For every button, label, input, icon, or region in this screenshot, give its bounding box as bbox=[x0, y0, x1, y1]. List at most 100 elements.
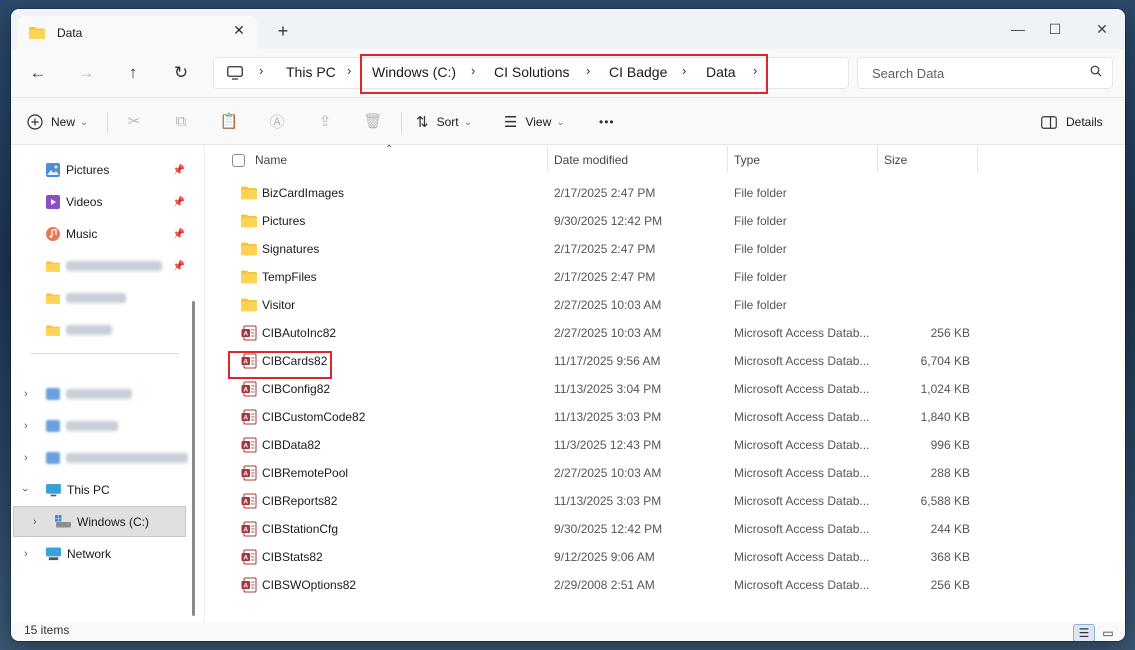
column-header-type[interactable]: Type bbox=[734, 146, 760, 174]
file-row[interactable]: Visitor 2/27/2025 10:03 AM File folder bbox=[235, 291, 980, 319]
file-row[interactable]: A CIBRemotePool 2/27/2025 10:03 AM Microsof… bbox=[235, 459, 980, 487]
tab-data[interactable]: Data ✕ bbox=[17, 16, 257, 49]
column-header-name[interactable]: Name bbox=[255, 146, 287, 174]
file-type: Microsoft Access Datab... bbox=[734, 522, 870, 536]
navigation-pane: Pictures 📌 Videos 📌 Music 📌 📌 › › › › Th… bbox=[11, 146, 201, 622]
file-row[interactable]: A CIBAutoInc82 2/27/2025 10:03 AM Microsoft… bbox=[235, 319, 980, 347]
chevron-right-icon[interactable]: › bbox=[347, 63, 351, 78]
forward-button[interactable]: → bbox=[72, 63, 100, 83]
tab-title: Data bbox=[57, 25, 83, 40]
chevron-right-icon[interactable]: › bbox=[682, 63, 686, 78]
file-row[interactable]: BizCardImages 2/17/2025 2:47 PM File folde… bbox=[235, 179, 980, 207]
sidebar-item-redacted-cloud[interactable]: › bbox=[11, 380, 189, 408]
access-database-icon: A bbox=[241, 577, 257, 593]
breadcrumb-data[interactable]: Data bbox=[706, 64, 736, 80]
chevron-right-icon[interactable]: › bbox=[586, 63, 590, 78]
breadcrumb-ci-solutions[interactable]: CI Solutions bbox=[494, 64, 569, 80]
file-row[interactable]: Signatures 2/17/2025 2:47 PM File folder bbox=[235, 235, 980, 263]
sidebar-item-windows-c[interactable]: › Windows (C:) bbox=[13, 506, 186, 537]
file-name: CIBCards82 bbox=[262, 354, 328, 368]
close-button[interactable]: ✕ bbox=[1079, 15, 1125, 43]
file-row[interactable]: A CIBStationCfg 9/30/2025 12:42 PM Microsof… bbox=[235, 515, 980, 543]
add-icon bbox=[27, 114, 43, 130]
videos-icon bbox=[46, 195, 60, 209]
file-size: 256 KB bbox=[930, 578, 970, 592]
file-row[interactable]: A CIBCards82 11/17/2025 9:56 AM Microsoft A… bbox=[235, 347, 980, 375]
chevron-right-icon[interactable]: › bbox=[24, 548, 28, 560]
sidebar-item-videos[interactable]: Videos 📌 bbox=[11, 188, 189, 216]
file-row[interactable]: A CIBStats82 9/12/2025 9:06 AM Microsoft Ac… bbox=[235, 543, 980, 571]
refresh-button[interactable]: ↻ bbox=[167, 63, 195, 83]
file-name: CIBData82 bbox=[262, 438, 321, 452]
column-divider[interactable] bbox=[547, 146, 548, 172]
breadcrumb-ci-badge[interactable]: CI Badge bbox=[609, 64, 667, 80]
sidebar-item-redacted-folder[interactable] bbox=[11, 284, 189, 312]
new-tab-button[interactable]: + bbox=[273, 21, 293, 42]
file-row[interactable]: A CIBData82 11/3/2025 12:43 PM Microsoft Ac… bbox=[235, 431, 980, 459]
chevron-right-icon[interactable]: › bbox=[471, 63, 475, 78]
column-divider[interactable] bbox=[727, 146, 728, 172]
maximize-button[interactable]: ☐ bbox=[1032, 15, 1078, 43]
back-button[interactable]: ← bbox=[24, 63, 52, 83]
sidebar-item-music[interactable]: Music 📌 bbox=[11, 220, 189, 248]
chevron-right-icon[interactable]: › bbox=[753, 63, 757, 78]
chevron-down-icon: ⌄ bbox=[80, 116, 89, 128]
address-bar[interactable]: › This PC › Windows (C:) › CI Solutions … bbox=[213, 54, 849, 94]
file-name: CIBStats82 bbox=[262, 550, 323, 564]
chevron-right-icon[interactable]: › bbox=[24, 388, 28, 400]
tab-close-button[interactable]: ✕ bbox=[229, 22, 249, 39]
sidebar-item-this-pc[interactable]: › This PC bbox=[11, 476, 189, 504]
file-row[interactable]: A CIBReports82 11/13/2025 3:03 PM Microsoft… bbox=[235, 487, 980, 515]
access-database-icon: A bbox=[241, 409, 257, 425]
tiles-view-button[interactable]: ▭ bbox=[1097, 624, 1119, 641]
pin-icon[interactable]: 📌 bbox=[173, 261, 185, 272]
file-row[interactable]: A CIBConfig82 11/13/2025 3:04 PM Microsoft … bbox=[235, 375, 980, 403]
pin-icon[interactable]: 📌 bbox=[173, 165, 185, 176]
chevron-down-icon[interactable]: › bbox=[19, 488, 31, 492]
details-view-button[interactable]: ☰ bbox=[1073, 624, 1095, 641]
sidebar-item-redacted-cloud[interactable]: › bbox=[11, 444, 189, 472]
column-divider[interactable] bbox=[877, 146, 878, 172]
chevron-right-icon[interactable]: › bbox=[24, 420, 28, 432]
column-header-size[interactable]: Size bbox=[884, 146, 907, 174]
column-header-date[interactable]: Date modified bbox=[554, 146, 628, 174]
delete-icon[interactable]: 🗑 bbox=[363, 112, 382, 130]
view-icon: ☰ bbox=[504, 114, 518, 131]
file-size: 256 KB bbox=[930, 326, 970, 340]
sidebar-item-redacted-cloud[interactable]: › bbox=[11, 412, 189, 440]
sidebar-item-network[interactable]: › Network bbox=[11, 540, 189, 568]
file-row[interactable]: TempFiles 2/17/2025 2:47 PM File folder bbox=[235, 263, 980, 291]
file-row[interactable]: A CIBCustomCode82 11/13/2025 3:03 PM Micros… bbox=[235, 403, 980, 431]
pin-icon[interactable]: 📌 bbox=[173, 229, 185, 240]
chevron-right-icon[interactable]: › bbox=[33, 516, 37, 528]
column-divider[interactable] bbox=[977, 146, 978, 172]
chevron-right-icon[interactable]: › bbox=[24, 452, 28, 464]
share-icon[interactable]: ⇪ bbox=[316, 112, 334, 130]
search-input[interactable]: Search Data bbox=[857, 57, 1113, 89]
rename-icon[interactable]: Ⓐ bbox=[268, 112, 286, 131]
sidebar-item-pictures[interactable]: Pictures 📌 bbox=[11, 156, 189, 184]
toolbar-divider bbox=[107, 112, 108, 134]
file-name: CIBRemotePool bbox=[262, 466, 349, 480]
pin-icon[interactable]: 📌 bbox=[173, 197, 185, 208]
file-row[interactable]: Pictures 9/30/2025 12:42 PM File folder bbox=[235, 207, 980, 235]
breadcrumb-this-pc[interactable]: This PC bbox=[286, 64, 336, 80]
more-options-button[interactable]: ••• bbox=[599, 110, 615, 134]
sort-button[interactable]: ⇅ Sort ⌄ bbox=[416, 110, 472, 134]
chevron-right-icon[interactable]: › bbox=[259, 63, 263, 78]
breadcrumb-windows-c[interactable]: Windows (C:) bbox=[372, 64, 456, 80]
cut-icon[interactable]: ✂ bbox=[125, 112, 143, 130]
new-button[interactable]: New ⌄ bbox=[27, 110, 88, 134]
paste-icon[interactable]: 📋 bbox=[220, 112, 239, 130]
details-label: Details bbox=[1066, 115, 1103, 129]
copy-icon[interactable]: ⧉ bbox=[172, 112, 190, 130]
sidebar-item-redacted-folder[interactable]: 📌 bbox=[11, 252, 189, 280]
select-all-checkbox[interactable] bbox=[232, 146, 245, 174]
svg-text:A: A bbox=[243, 499, 248, 506]
sidebar-scrollbar[interactable] bbox=[192, 301, 195, 616]
details-pane-button[interactable]: Details bbox=[1041, 110, 1103, 134]
file-row[interactable]: A CIBSWOptions82 2/29/2008 2:51 AM Microsof… bbox=[235, 571, 980, 599]
sidebar-item-redacted-folder[interactable] bbox=[11, 316, 189, 344]
view-button[interactable]: ☰ View ⌄ bbox=[504, 110, 565, 134]
up-button[interactable]: ↑ bbox=[119, 63, 147, 83]
